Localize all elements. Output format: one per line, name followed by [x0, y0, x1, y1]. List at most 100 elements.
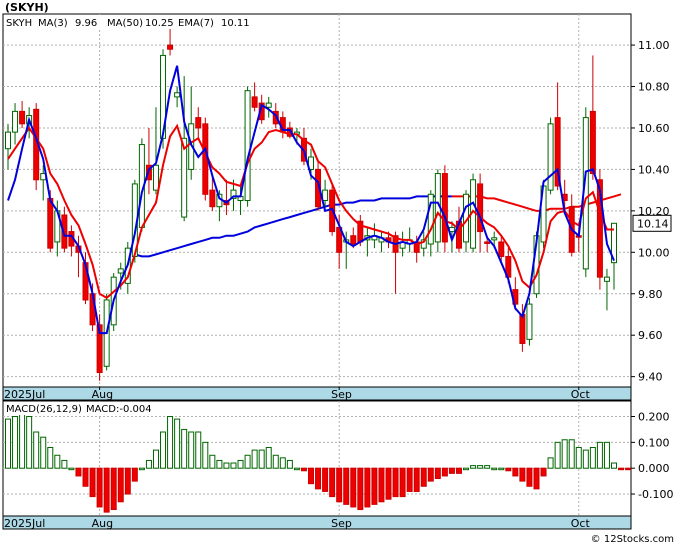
macd-bar-positive	[596, 441, 603, 469]
candle	[526, 297, 533, 346]
price-x-label: Aug	[92, 388, 113, 401]
legend-ema7-label: EMA(7)	[178, 18, 214, 29]
macd-bar-negative	[526, 467, 533, 487]
candle-body-up	[5, 131, 11, 150]
macd-bar-negative	[385, 467, 392, 500]
macd-bar-positive	[26, 416, 33, 469]
candle	[244, 86, 251, 207]
macd-bar-negative	[110, 467, 117, 511]
macd-bar-negative	[336, 467, 343, 503]
price-tick-label: 10.60	[638, 122, 670, 135]
macd-bar-positive	[209, 454, 216, 469]
macd-bar-negative	[117, 467, 124, 503]
macd-bar-negative	[131, 467, 138, 482]
macd-x-label: 2025Jul	[4, 517, 45, 530]
macd-bar-positive	[33, 431, 40, 469]
candle-body-up	[174, 92, 181, 98]
macd-bar-positive	[47, 447, 54, 469]
macd-bar-positive	[145, 459, 152, 469]
macd-bar-positive	[498, 467, 505, 471]
candle-body-down	[209, 189, 216, 208]
candle-body-down	[47, 197, 54, 249]
legend-ma3-label: MA(3)	[38, 18, 68, 29]
macd-tick-label: 0.100	[638, 436, 670, 449]
macd-bar-negative	[96, 467, 103, 508]
legend-ma50-value: 10.25	[145, 18, 174, 29]
macd-bar-positive	[463, 467, 470, 471]
macd-bar-negative	[406, 467, 413, 492]
candle-body-up	[547, 123, 554, 191]
macd-bar-negative	[618, 467, 625, 471]
macd-bar-positive	[568, 439, 575, 469]
price-tick-label: 9.40	[638, 371, 663, 384]
macd-bar-positive	[244, 454, 251, 469]
candle-body-up	[117, 268, 124, 274]
macd-bar-positive	[554, 441, 561, 469]
last-price-tag-value: 10.14	[637, 217, 669, 230]
candle-body-up	[12, 110, 19, 133]
macd-tick-label: -0.100	[638, 488, 673, 501]
macd-bar-positive	[477, 465, 484, 469]
macd-bar-negative	[308, 467, 314, 485]
macd-bar-negative	[322, 467, 329, 492]
price-x-label: Oct	[571, 388, 591, 401]
macd-bar-positive	[167, 416, 174, 469]
legend-ma3-value: 9.96	[75, 18, 97, 29]
candle-body-down	[498, 241, 505, 257]
price-and-macd-chart: 11.0010.8010.6010.4010.2010.009.809.609.…	[2, 1, 674, 545]
macd-bar-negative	[103, 467, 110, 513]
macd-bar-positive	[279, 457, 286, 469]
macd-bar-negative	[455, 467, 462, 474]
macd-bar-negative	[89, 467, 96, 498]
price-x-label: Sep	[331, 388, 352, 401]
macd-bar-negative	[427, 467, 434, 482]
macd-bar-positive	[40, 436, 47, 469]
macd-bar-positive	[19, 413, 26, 469]
macd-bar-positive	[54, 454, 61, 469]
macd-bar-negative	[124, 467, 131, 495]
macd-bar-negative	[378, 467, 385, 503]
macd-bar-negative	[413, 467, 420, 492]
price-x-label: 2025Jul	[4, 388, 45, 401]
macd-bar-positive	[603, 441, 610, 469]
macd-y-ticks: 0.200 0.100 0.000 -0.100	[631, 411, 673, 501]
macd-bar-negative	[357, 467, 364, 511]
macd-bar-positive	[491, 467, 498, 471]
candle-body-up	[322, 189, 329, 201]
price-tick-label: 11.00	[638, 39, 670, 52]
macd-bar-negative	[512, 467, 519, 477]
candle	[547, 117, 554, 195]
candle-body-up	[181, 137, 188, 218]
macd-title: MACD(26,12,9)	[6, 404, 82, 415]
macd-tick-label: 0.200	[638, 411, 670, 424]
price-tick-label: 10.40	[638, 163, 670, 176]
macd-bar-positive	[188, 431, 195, 469]
price-tick-label: 10.00	[638, 246, 670, 259]
candle-body-down	[519, 313, 526, 344]
macd-bar-positive	[181, 428, 188, 469]
macd-bar-negative	[420, 467, 427, 487]
macd-bar-negative	[625, 467, 632, 471]
macd-bar-positive	[589, 447, 596, 469]
candle-body-down	[484, 241, 491, 244]
last-price-tag: 10.14	[632, 214, 672, 232]
legend-symbol: SKYH	[6, 18, 32, 29]
candle-body-up	[491, 237, 498, 241]
macd-bar-negative	[441, 467, 448, 477]
price-tick-label: 9.80	[638, 288, 663, 301]
candle	[434, 169, 441, 253]
chart-title: (SKYH)	[5, 1, 49, 14]
macd-bar-negative	[300, 467, 307, 472]
macd-bar-positive	[5, 418, 11, 469]
candle-body-up	[152, 164, 159, 191]
macd-bar-positive	[237, 459, 244, 469]
macd-bar-negative	[434, 467, 441, 480]
candle-body-up	[526, 303, 533, 340]
candle-body-up	[603, 276, 610, 282]
macd-bar-positive	[68, 467, 75, 471]
candle-body-up	[244, 90, 251, 201]
macd-bar-negative	[329, 467, 336, 498]
legend-ema7-value: 10.11	[221, 18, 250, 29]
macd-bar-positive	[12, 416, 19, 469]
macd-bar-positive	[258, 449, 265, 469]
